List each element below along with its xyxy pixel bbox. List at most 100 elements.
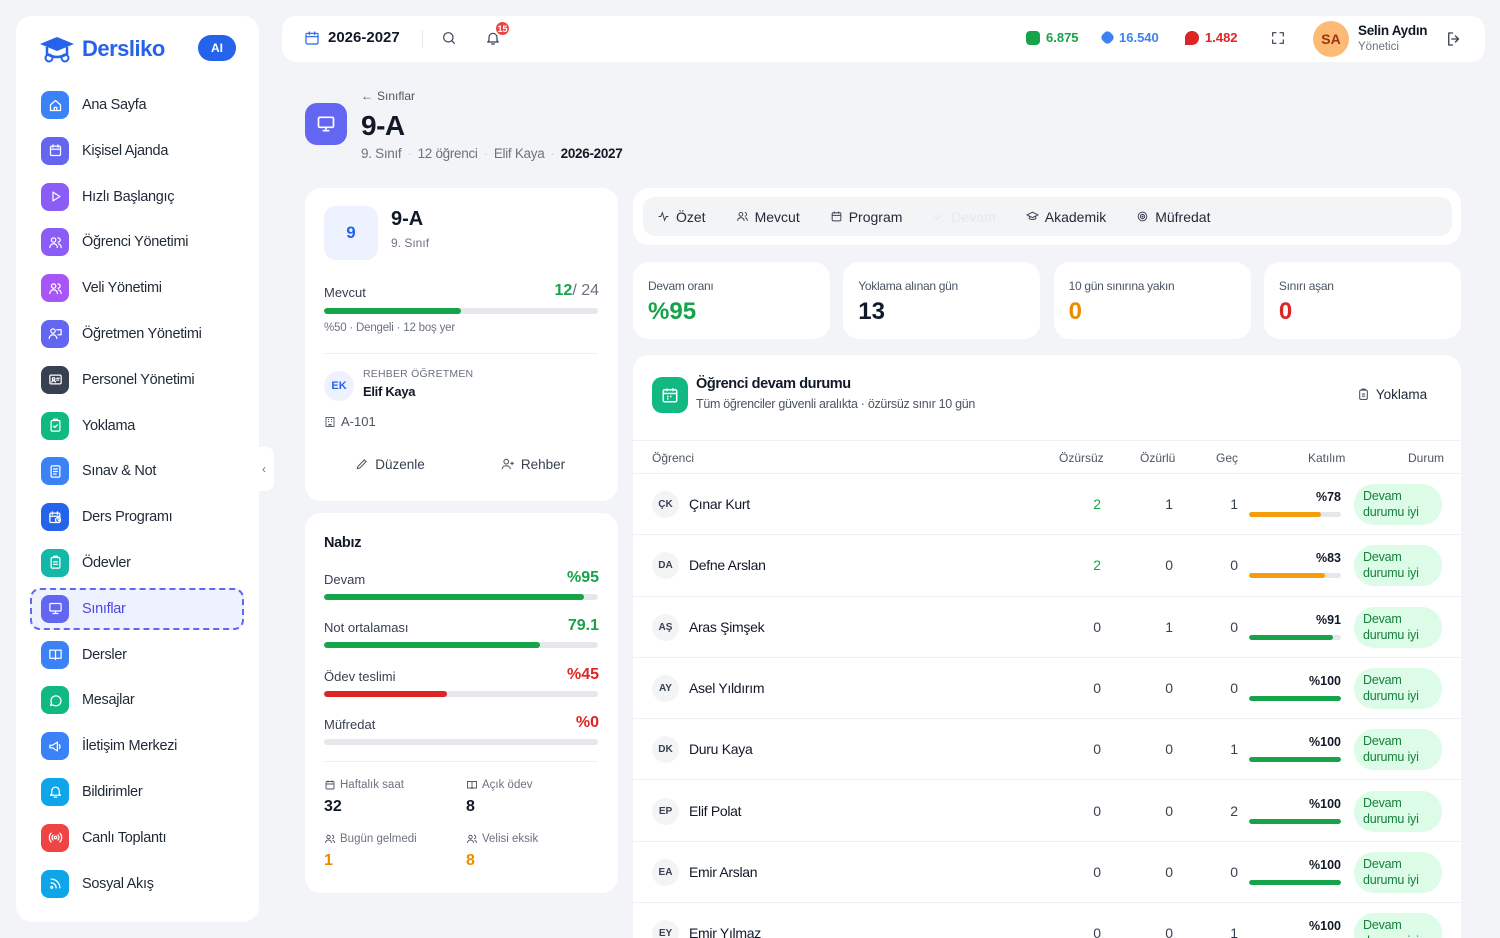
- pulse-metric-bar-fill: [324, 642, 541, 649]
- tab-1[interactable]: Mevcut: [736, 209, 800, 225]
- fire-icon: [1185, 30, 1199, 45]
- sidebar-collapse-button[interactable]: ‹: [254, 447, 274, 491]
- page-meta: 9. Sınıf · 12 öğrenci · Elif Kaya · 2026…: [361, 146, 623, 161]
- student-name[interactable]: Asel Yıldırım: [689, 680, 765, 696]
- logout-button[interactable]: [1445, 30, 1463, 53]
- tab-4[interactable]: Akademik: [1025, 208, 1107, 225]
- status-badge: Devam durumu iyi: [1354, 913, 1442, 938]
- attendance-rate-bar-fill: [1249, 818, 1341, 824]
- breadcrumb[interactable]: ← Sınıflar: [361, 89, 415, 103]
- sidebar-item[interactable]: Personel Yönetimi: [30, 361, 244, 399]
- calendar-icon: [305, 30, 319, 45]
- present-count: 12/ 24: [555, 282, 599, 300]
- excused-count: 1: [1165, 618, 1173, 635]
- mini-stat-label: Bugün gelmedi: [324, 833, 417, 845]
- table-row[interactable]: AY Asel Yıldırım 0 0 0 %100 Devam durumu iyi: [633, 658, 1461, 720]
- excused-count: 0: [1165, 557, 1173, 574]
- tab-2[interactable]: Program: [830, 209, 902, 225]
- student-name[interactable]: Çınar Kurt: [689, 496, 750, 512]
- sidebar-item[interactable]: Sınıflar: [30, 587, 244, 630]
- student-name[interactable]: Duru Kaya: [689, 741, 753, 757]
- ai-button[interactable]: AI: [198, 35, 236, 61]
- users-icon: [41, 274, 69, 303]
- tab-3[interactable]: Devam: [932, 209, 996, 225]
- sidebar-item[interactable]: Dersler: [30, 636, 244, 674]
- sidebar-item[interactable]: Veli Yönetimi: [30, 269, 244, 307]
- search-button[interactable]: [441, 30, 457, 51]
- table-row[interactable]: ÇK Çınar Kurt 2 1 1 %78 Devam durumu iyi: [633, 474, 1461, 536]
- pulse-metric-bar: [324, 594, 598, 600]
- sidebar-item[interactable]: Ders Programı: [30, 498, 244, 536]
- clipboard-icon: [50, 556, 60, 570]
- student-name[interactable]: Defne Arslan: [689, 557, 766, 573]
- sidebar-item[interactable]: Canlı Toplantı: [30, 819, 244, 857]
- capacity-note: %50 · Dengeli · 12 boş yer: [324, 322, 455, 334]
- guide-button[interactable]: Rehber: [467, 446, 599, 482]
- cap-icon: [1025, 211, 1039, 220]
- users-icon: [325, 834, 335, 844]
- home-icon: [49, 99, 61, 111]
- sidebar-item[interactable]: Sosyal Akış: [30, 865, 244, 903]
- attendance-rate: %100: [1309, 796, 1341, 811]
- attendance-rate: %91: [1315, 612, 1341, 627]
- table-row[interactable]: AŞ Aras Şimşek 0 1 0 %91 Devam durumu iyi: [633, 597, 1461, 658]
- sidebar-item[interactable]: Sınav & Not: [30, 452, 244, 490]
- table-row[interactable]: DK Duru Kaya 0 0 1 %100 Devam durumu iyi: [633, 719, 1461, 781]
- tab-5[interactable]: Müfredat: [1136, 209, 1210, 225]
- table-row[interactable]: EY Emir Yılmaz 0 0 1 %100 Devam durumu iyi: [633, 903, 1461, 938]
- calendar-clock-icon: [41, 503, 69, 532]
- table-row[interactable]: DA Defne Arslan 2 0 0 %83 Devam durumu iyi: [633, 535, 1461, 597]
- column-header: Katılım: [1308, 451, 1346, 465]
- edit-button[interactable]: Düzenle: [324, 446, 456, 482]
- unexcused-count: 0: [1093, 618, 1101, 635]
- sidebar-item-label: Sınav & Not: [82, 463, 157, 480]
- diamond-icon: [1099, 29, 1116, 46]
- room-value: A-101: [341, 414, 376, 429]
- pulse-metric-value: %45: [566, 665, 599, 683]
- room: A-101: [324, 414, 376, 429]
- student-name[interactable]: Emir Yılmaz: [689, 925, 761, 938]
- sidebar-item[interactable]: Hızlı Başlangıç: [30, 178, 244, 216]
- divider: [422, 30, 423, 48]
- sidebar-item[interactable]: Öğrenci Yönetimi: [30, 223, 244, 261]
- user-avatar[interactable]: SA: [1313, 21, 1349, 57]
- class-title: 9-A: [391, 208, 424, 230]
- take-attendance-button[interactable]: Yoklama: [1347, 378, 1437, 410]
- fullscreen-button[interactable]: [1270, 30, 1286, 51]
- student-name[interactable]: Emir Arslan: [689, 864, 758, 880]
- mini-stat-label: Haftalık saat: [324, 779, 404, 791]
- stat-coins: 6.875: [1026, 30, 1079, 45]
- clipboard-icon: [1359, 388, 1368, 400]
- sidebar-item[interactable]: İletişim Merkezi: [30, 727, 244, 765]
- tab-label: Akademik: [1044, 208, 1107, 225]
- sidebar-item[interactable]: Bildirimler: [30, 773, 244, 811]
- pencil-icon: [356, 459, 368, 470]
- sidebar-item[interactable]: Yoklama: [30, 407, 244, 445]
- sidebar-item[interactable]: Öğretmen Yönetimi: [30, 315, 244, 353]
- tab-0[interactable]: Özet: [657, 209, 706, 225]
- attendance-rate-bar-fill: [1249, 695, 1341, 701]
- present-value: 12: [554, 282, 573, 299]
- student-name[interactable]: Aras Şimşek: [689, 619, 765, 635]
- message-icon: [41, 686, 69, 715]
- home-icon: [41, 91, 69, 119]
- sidebar-item[interactable]: Ödevler: [30, 544, 244, 582]
- pulse-metric-bar-fill: [324, 690, 448, 697]
- kpi-value: 13: [858, 298, 885, 325]
- sidebar-item[interactable]: Mesajlar: [30, 681, 244, 719]
- brand-logo[interactable]: Dersliko: [38, 34, 165, 64]
- student-name[interactable]: Elif Polat: [689, 803, 742, 819]
- table-row[interactable]: EP Elif Polat 0 0 2 %100 Devam durumu iyi: [633, 781, 1461, 842]
- sidebar-item-label: İletişim Merkezi: [82, 738, 178, 755]
- kpi-value: 0: [1278, 298, 1293, 325]
- breadcrumb-link[interactable]: Sınıflar: [377, 89, 415, 103]
- table-row[interactable]: EA Emir Arslan 0 0 0 %100 Devam durumu iyi: [633, 842, 1461, 904]
- arrow-left-icon: ←: [361, 89, 373, 103]
- fullscreen-icon: [1272, 32, 1284, 44]
- attendance-rate: %83: [1315, 551, 1341, 566]
- stat-diamonds: 16.540: [1099, 29, 1159, 46]
- sidebar-item[interactable]: Ana Sayfa: [30, 86, 244, 124]
- unexcused-count: 0: [1093, 863, 1101, 880]
- academic-year-selector[interactable]: 2026-2027: [304, 29, 400, 46]
- sidebar-item[interactable]: Kişisel Ajanda: [30, 132, 244, 170]
